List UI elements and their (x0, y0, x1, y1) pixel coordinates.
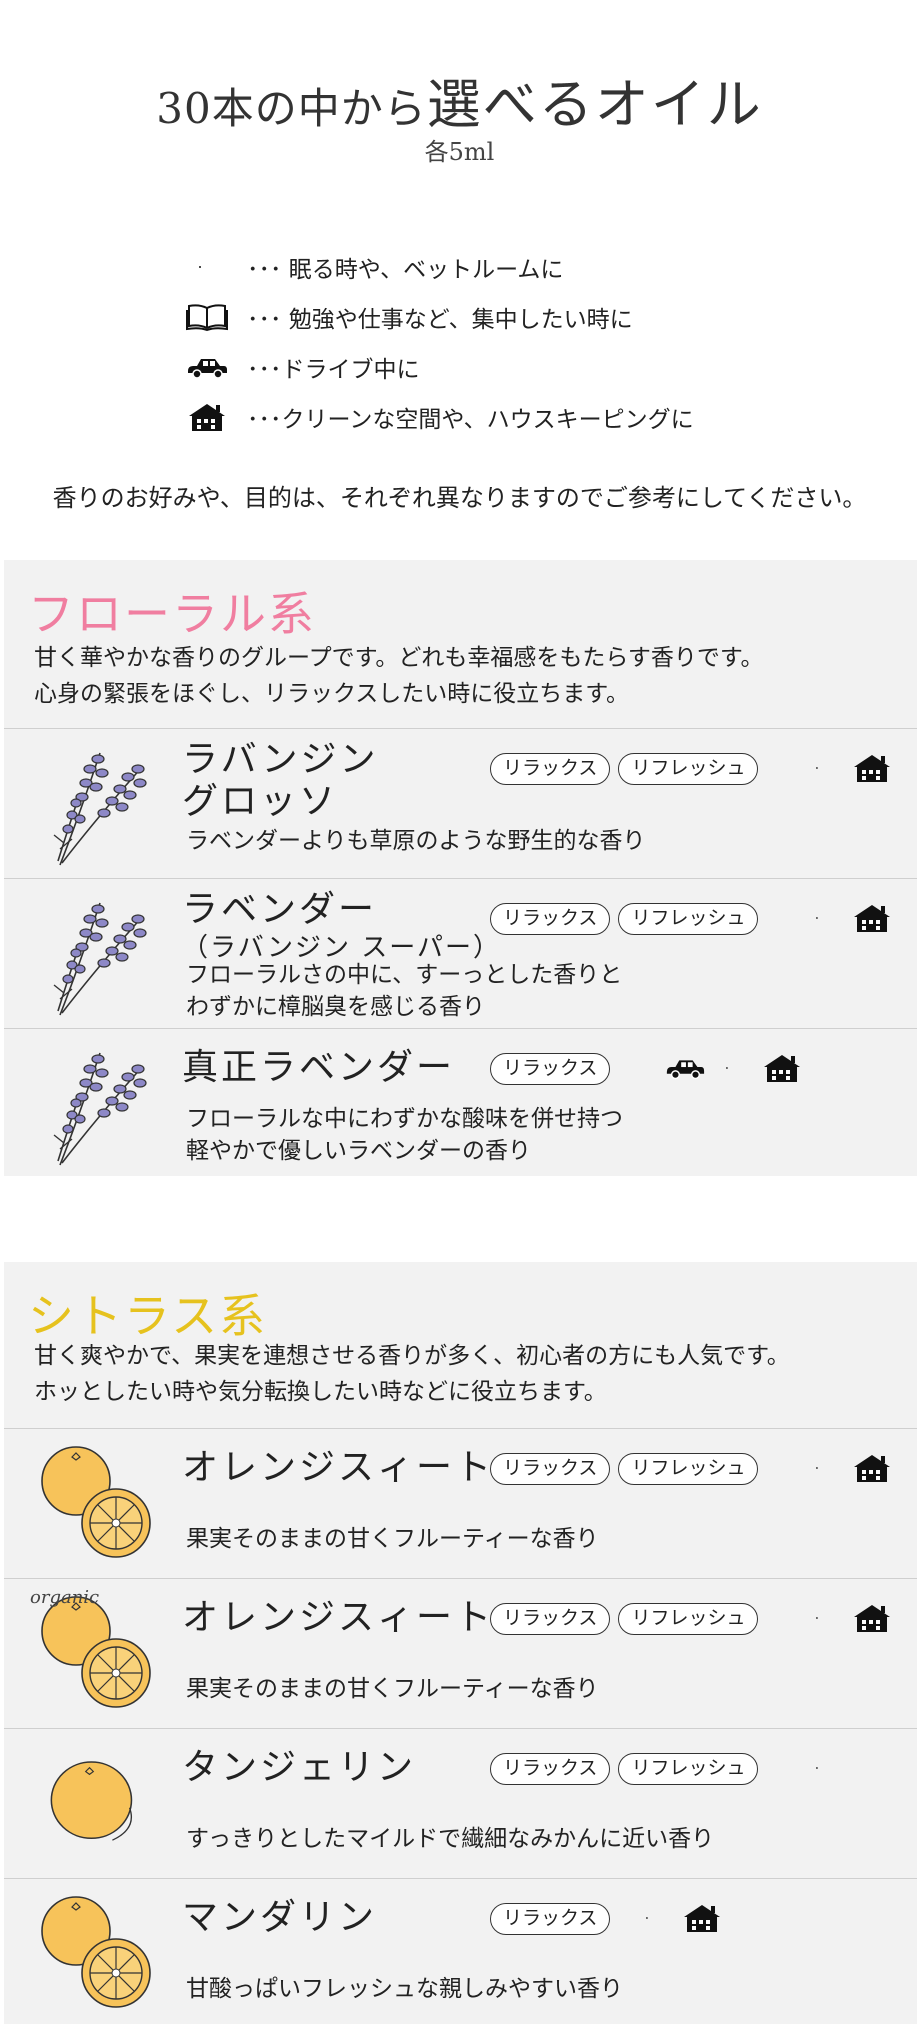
tag-list: リラックス リフレッシュ (490, 903, 759, 935)
moon-icon (810, 1451, 836, 1485)
tag-refresh: リフレッシュ (618, 753, 759, 785)
lavender-illustration (53, 1052, 147, 1166)
house-icon (850, 753, 894, 783)
tag-list: リラックス (490, 1053, 611, 1085)
usage-note: 香りのお好みや、目的は、それぞれ異なりますのでご参考にしてください。 (52, 484, 867, 512)
oil-description: すっきりとしたマイルドで繊細なみかんに近い香り (186, 1826, 715, 1852)
legend-item-study: ･･･ 勉強や仕事など、集中したい時に (185, 292, 785, 342)
tag-list: リラックス リフレッシュ (490, 1453, 759, 1485)
house-icon (680, 1903, 724, 1933)
tag-relax: リラックス (490, 753, 611, 785)
oil-item[interactable]: タンジェリン リラックス リフレッシュ すっきりとしたマイルドで繊細なみかんに近… (4, 1728, 917, 1878)
section-title: シトラス系 (28, 1289, 268, 1343)
tag-refresh: リフレッシュ (618, 903, 759, 935)
house-icon (850, 903, 894, 933)
page-subtitle: 各5ml (424, 138, 495, 166)
tangerine-illustration (50, 1761, 133, 1841)
house-icon (760, 1053, 804, 1083)
citrus-section: シトラス系 甘く爽やかで、果実を連想させる香りが多く、初心者の方にも人気です。 … (4, 1262, 917, 2024)
oil-name: マンダリン (182, 1897, 378, 1938)
car-icon (664, 1056, 706, 1080)
oil-item[interactable]: マンダリン リラックス 甘酸っぱいフレッシュな親しみやすい香り (4, 1878, 917, 2024)
tag-list: リラックス (490, 1903, 611, 1935)
title-main: 選べるオイル (426, 73, 763, 136)
page-title: 30本の中から選べるオイル (0, 60, 919, 139)
oil-description: フローラルさの中に、すーっとした香りと わずかに樟脳臭を感じる香り (186, 962, 623, 1020)
legend-text: ･･･ドライブ中に (247, 357, 420, 383)
hero: 30本の中から選べるオイル 各5ml ･･･ 眠る時や、ベットルームに ･･･ … (0, 0, 919, 560)
use-icons (810, 1601, 894, 1635)
moon-icon (185, 250, 229, 284)
oil-item[interactable]: ラバンジン グロッソ リラックス リフレッシュ ラベンダーよりも草原のような野生… (4, 728, 917, 878)
use-icons (640, 1901, 724, 1935)
legend-text: ･･･ 眠る時や、ベットルームに (247, 257, 564, 283)
tag-refresh: リフレッシュ (618, 1603, 759, 1635)
tag-refresh: リフレッシュ (618, 1453, 759, 1485)
car-icon (185, 350, 229, 384)
oil-description: 果実そのままの甘くフルーティーな香り (186, 1676, 599, 1702)
section-header: フローラル系 甘く華やかな香りのグループです。どれも幸福感をもたらす香りです。 … (4, 560, 917, 728)
legend-text: ･･･ 勉強や仕事など、集中したい時に (247, 307, 633, 333)
oil-description: 果実そのままの甘くフルーティーな香り (186, 1526, 599, 1552)
oil-description: 甘酸っぱいフレッシュな親しみやすい香り (186, 1976, 623, 2002)
house-icon (185, 400, 229, 434)
oil-description: フローラルな中にわずかな酸味を併せ持つ 軽やかで優しいラベンダーの香り (186, 1106, 623, 1164)
tag-relax: リラックス (490, 1603, 611, 1635)
oil-name-line2: グロッソ (182, 781, 339, 822)
oil-item[interactable]: organic オレンジスィート リラックス リフレッシュ 果実そのままの甘くフ… (4, 1578, 917, 1728)
use-icons (810, 751, 894, 785)
moon-icon (720, 1051, 746, 1085)
oil-name: ラベンダー (182, 889, 378, 930)
oil-name: 真正ラベンダー (182, 1047, 456, 1088)
section-header: シトラス系 甘く爽やかで、果実を連想させる香りが多く、初心者の方にも人気です。 … (4, 1262, 917, 1428)
oil-item[interactable]: 真正ラベンダー リラックス フローラルな中にわずかな酸味を併せ持つ 軽やかで優し… (4, 1028, 917, 1178)
tag-relax: リラックス (490, 1053, 611, 1085)
legend-item-sleep: ･･･ 眠る時や、ベットルームに (185, 242, 785, 292)
house-icon (850, 1603, 894, 1633)
orange-illustration (41, 1446, 151, 1558)
section-title: フローラル系 (28, 587, 316, 641)
oil-description: ラベンダーよりも草原のような野生的な香り (186, 828, 646, 854)
oil-item[interactable]: ラベンダー （ラバンジン スーパー） リラックス リフレッシュ フローラルさの中… (4, 878, 917, 1028)
book-icon (185, 300, 229, 334)
title-prefix: 30本の中から (156, 84, 427, 133)
tag-refresh: リフレッシュ (618, 1753, 759, 1785)
legend-text: ･･･クリーンな空間や、ハウスキーピングに (247, 407, 694, 433)
tag-list: リラックス リフレッシュ (490, 1603, 759, 1635)
section-description: 甘く爽やかで、果実を連想させる香りが多く、初心者の方にも人気です。 ホッとしたい… (34, 1343, 790, 1405)
moon-icon (810, 751, 836, 785)
moon-icon (640, 1901, 666, 1935)
moon-icon (810, 901, 836, 935)
lavender-illustration (53, 752, 147, 866)
icon-legend: ･･･ 眠る時や、ベットルームに ･･･ 勉強や仕事など、集中したい時に ･･･… (185, 242, 785, 442)
section-description: 甘く華やかな香りのグループです。どれも幸福感をもたらす香りです。 心身の緊張をほ… (34, 645, 764, 707)
organic-badge: organic (30, 1587, 100, 1608)
use-icons (810, 901, 894, 935)
use-icons (664, 1051, 804, 1085)
house-icon (850, 1453, 894, 1483)
moon-icon (810, 1751, 836, 1785)
oil-item[interactable]: オレンジスィート リラックス リフレッシュ 果実そのままの甘くフルーティーな香り (4, 1428, 917, 1578)
oil-name: オレンジスィート (182, 1597, 495, 1638)
tag-relax: リラックス (490, 1753, 611, 1785)
legend-item-house: ･･･クリーンな空間や、ハウスキーピングに (185, 392, 785, 442)
use-icons (810, 1751, 836, 1785)
lavender-illustration (53, 902, 147, 1016)
use-icons (810, 1451, 894, 1485)
tag-list: リラックス リフレッシュ (490, 1753, 759, 1785)
oil-name: タンジェリン (182, 1747, 417, 1788)
tag-relax: リラックス (490, 1453, 611, 1485)
tag-relax: リラックス (490, 1903, 611, 1935)
mandarin-illustration (41, 1896, 151, 2008)
oil-name: ラバンジン (182, 739, 379, 780)
tag-relax: リラックス (490, 903, 611, 935)
oil-name: オレンジスィート (182, 1447, 495, 1488)
legend-item-drive: ･･･ドライブ中に (185, 342, 785, 392)
moon-icon (810, 1601, 836, 1635)
tag-list: リラックス リフレッシュ (490, 753, 759, 785)
floral-section: フローラル系 甘く華やかな香りのグループです。どれも幸福感をもたらす香りです。 … (4, 560, 917, 1176)
